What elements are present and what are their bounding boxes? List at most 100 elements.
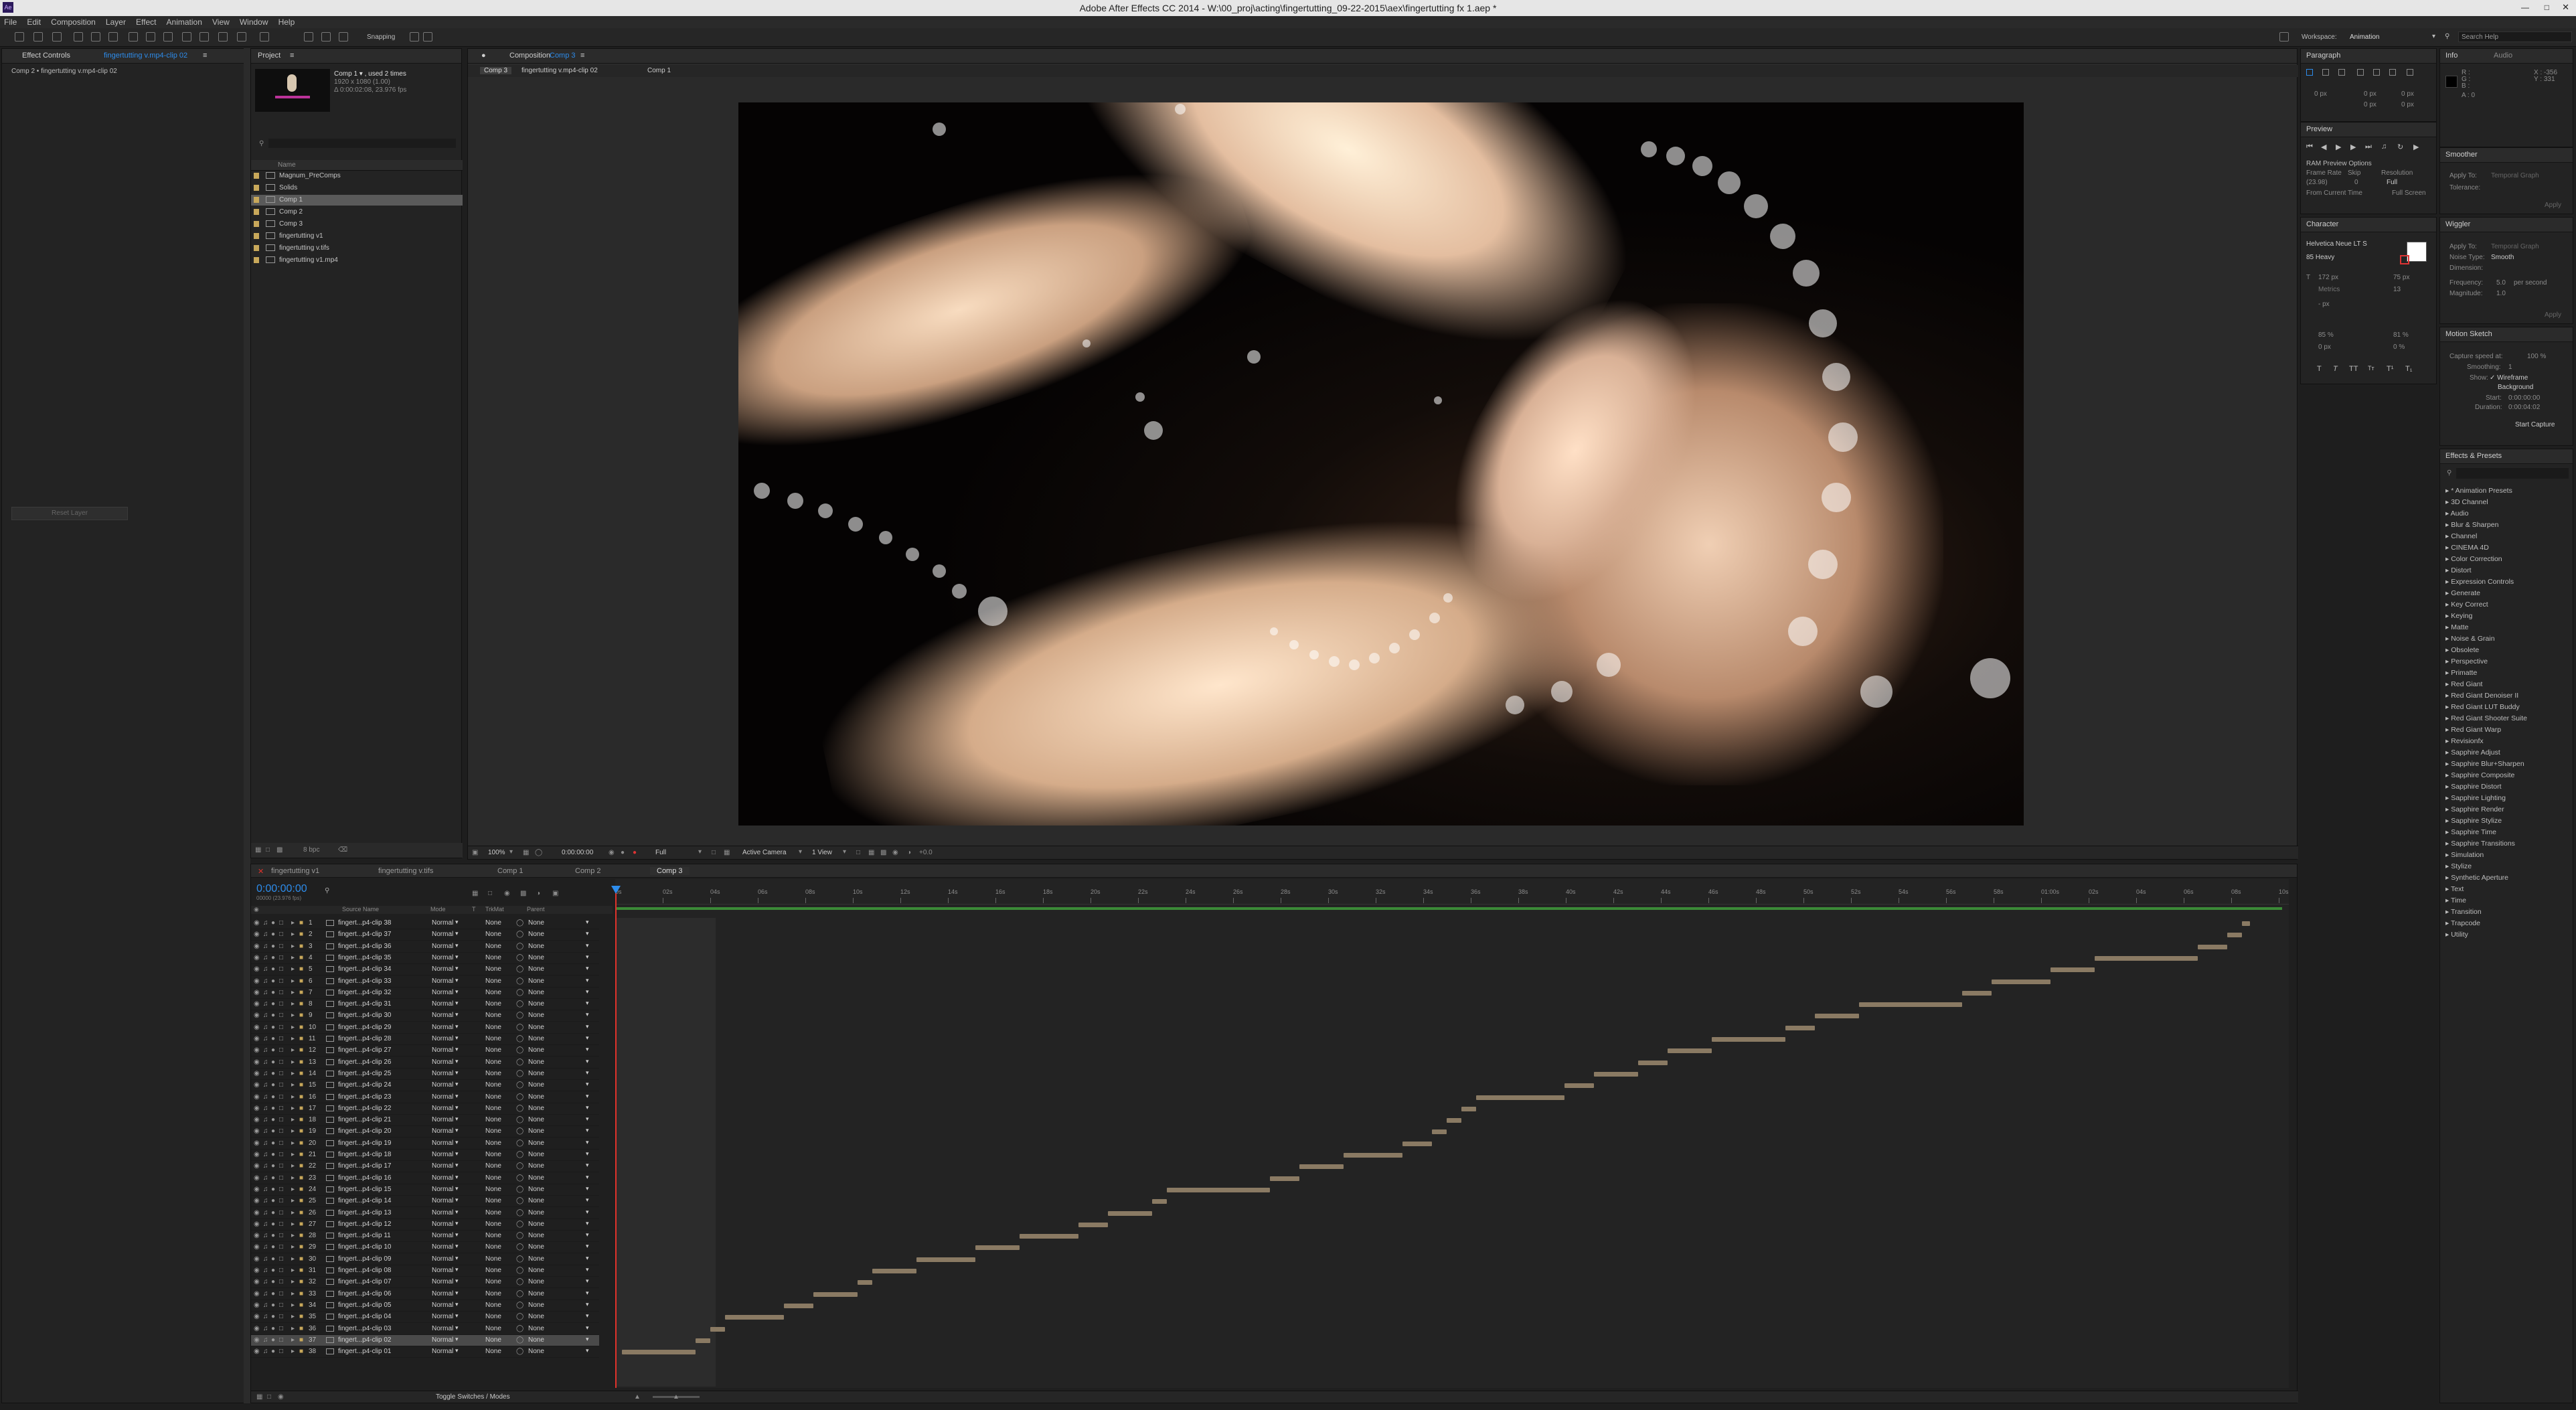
layer-trkmat-select[interactable]: None [485,965,501,973]
lock-icon[interactable]: □ [279,1325,283,1332]
layer-parent-select[interactable]: None [528,919,544,927]
layer-duration-bar[interactable] [710,1326,725,1332]
menu-animation[interactable]: Animation [163,16,206,28]
lock-icon[interactable]: □ [279,1209,283,1217]
puppet-tool-icon[interactable] [260,32,269,42]
selection-tool-icon[interactable] [15,32,24,42]
parent-chevron-icon[interactable]: ▾ [586,1011,589,1018]
label-color-swatch[interactable]: ■ [299,1278,303,1285]
menu-effect[interactable]: Effect [132,16,160,28]
solo-icon[interactable]: ● [271,1070,275,1077]
audio-speaker-icon[interactable]: ♫ [263,1093,268,1101]
expand-arrow-icon[interactable]: ▸ [2445,510,2451,518]
label-color-swatch[interactable]: ■ [299,965,303,973]
skip-input[interactable]: 0 [2354,179,2358,186]
layer-parent-select[interactable]: None [528,1348,544,1355]
align-right-icon[interactable] [2338,69,2345,76]
visibility-eye-icon[interactable]: ◉ [254,1267,260,1274]
solo-icon[interactable]: ● [271,1232,275,1239]
layer-row[interactable]: ◉ ♫ ● □ ▸ ■ 7 fingert...p4-clip 32 Normal ▾ None ◯ N… [251,988,599,999]
grid-icon[interactable]: ▦ [523,849,529,856]
active-camera-select[interactable]: Active Camera [742,849,787,856]
snapping-checkbox[interactable] [410,32,419,42]
toggle-pixel-aspect-icon[interactable]: □ [856,849,860,856]
parent-chevron-icon[interactable]: ▾ [586,1127,589,1134]
layer-duration-bar[interactable] [1020,1234,1078,1239]
wiggler-noise-select[interactable]: Smooth [2491,254,2514,261]
parent-chevron-icon[interactable]: ▾ [586,1243,589,1250]
interpret-footage-icon[interactable]: ▦ [255,846,261,854]
layer-row[interactable]: ◉ ♫ ● □ ▸ ■ 25 fingert...p4-clip 14 Normal ▾ None ◯… [251,1196,599,1208]
layer-row[interactable]: ◉ ♫ ● □ ▸ ■ 36 fingert...p4-clip 03 Normal ▾ None ◯… [251,1324,599,1335]
layer-row[interactable]: ◉ ♫ ● □ ▸ ■ 3 fingert...p4-clip 36 Normal ▾ None ◯ N… [251,941,599,953]
parent-chevron-icon[interactable]: ▾ [586,977,589,984]
layer-duration-bar[interactable] [622,1350,696,1355]
mode-chevron-icon[interactable]: ▾ [455,930,459,937]
effect-category[interactable]: ▸ CINEMA 4D [2445,544,2489,552]
search-help-input[interactable]: Search Help [2458,31,2572,42]
visibility-eye-icon[interactable]: ◉ [254,943,260,950]
type-tool-icon[interactable] [163,32,173,42]
effect-category[interactable]: ▸ Utility [2445,931,2468,939]
motion-sketch-tab[interactable]: Motion Sketch [2445,330,2492,338]
parent-chevron-icon[interactable]: ▾ [586,953,589,961]
layer-source-name[interactable]: fingert...p4-clip 27 [338,1046,392,1054]
layer-row[interactable]: ◉ ♫ ● □ ▸ ■ 15 fingert...p4-clip 24 Normal ▾ None ◯… [251,1080,599,1092]
expand-arrow-icon[interactable]: ▸ [2445,601,2451,609]
layer-source-name[interactable]: fingert...p4-clip 05 [338,1302,392,1309]
layer-source-name[interactable]: fingert...p4-clip 20 [338,1127,392,1135]
solo-icon[interactable]: ● [271,1127,275,1135]
expand-arrow-icon[interactable]: ▸ [2445,783,2451,791]
composition-tab[interactable]: Composition [509,52,550,60]
expand-twirl-icon[interactable]: ▸ [291,1116,295,1123]
layer-duration-bar[interactable] [1962,990,1992,996]
expand-arrow-icon[interactable]: ▸ [2445,817,2451,825]
expand-arrow-icon[interactable]: ▸ [2445,737,2451,745]
label-color-swatch[interactable]: ■ [299,1046,303,1054]
preview-tab[interactable]: Preview [2306,125,2332,133]
layer-trkmat-select[interactable]: None [485,1186,501,1193]
layer-mode-select[interactable]: Normal [432,1046,453,1054]
expand-twirl-icon[interactable]: ▸ [291,989,295,996]
layer-source-name[interactable]: fingert...p4-clip 38 [338,919,392,927]
parent-chevron-icon[interactable]: ▾ [586,965,589,972]
layer-row[interactable]: ◉ ♫ ● □ ▸ ■ 11 fingert...p4-clip 28 Normal ▾ None ◯… [251,1034,599,1045]
align-left-icon[interactable] [2306,69,2313,76]
layer-trkmat-select[interactable]: None [485,1024,501,1031]
lock-icon[interactable]: ● [481,52,486,60]
wiggler-magnitude-value[interactable]: 1.0 [2496,290,2506,297]
parent-chevron-icon[interactable]: ▾ [586,1347,589,1354]
expand-twirl-icon[interactable]: ▸ [291,965,295,973]
label-color-swatch[interactable]: ■ [299,1325,303,1332]
solo-icon[interactable]: ● [271,1012,275,1019]
layer-mode-select[interactable]: Normal [432,1255,453,1263]
lock-icon[interactable]: □ [279,1046,283,1054]
visibility-eye-icon[interactable]: ◉ [254,954,260,961]
timeline-icon[interactable]: ▩ [880,849,886,856]
audio-speaker-icon[interactable]: ♫ [263,1116,268,1123]
audio-speaker-icon[interactable]: ♫ [263,1059,268,1066]
ram-preview-icon[interactable]: ▶ [2413,143,2419,151]
expand-arrow-icon[interactable]: ▸ [2445,578,2451,586]
expand-arrow-icon[interactable]: ▸ [2445,646,2451,654]
layer-parent-select[interactable]: None [528,1024,544,1031]
label-color-swatch[interactable]: ■ [299,1336,303,1344]
layer-parent-select[interactable]: None [528,1325,544,1332]
indent-left[interactable]: 0 px [2314,90,2327,98]
layer-source-name[interactable]: fingert...p4-clip 11 [338,1232,391,1239]
parent-chevron-icon[interactable]: ▾ [586,1266,589,1273]
audio-speaker-icon[interactable]: ♫ [263,931,268,938]
expand-arrow-icon[interactable]: ▸ [2445,851,2451,859]
expand-arrow-icon[interactable]: ▸ [2445,726,2451,734]
layer-mode-select[interactable]: Normal [432,1162,453,1170]
layer-row[interactable]: ◉ ♫ ● □ ▸ ■ 17 fingert...p4-clip 22 Normal ▾ None ◯… [251,1103,599,1115]
expand-arrow-icon[interactable]: ▸ [2445,703,2451,711]
layer-trkmat-select[interactable]: None [485,931,501,938]
visibility-eye-icon[interactable]: ◉ [254,1174,260,1182]
visibility-eye-icon[interactable]: ◉ [254,1290,260,1298]
layer-duration-bar[interactable] [2227,933,2242,938]
expand-arrow-icon[interactable]: ▸ [2445,657,2451,665]
zoom-in-icon[interactable]: ▲ [673,1393,679,1401]
audio-speaker-icon[interactable]: ♫ [263,989,268,996]
parent-chevron-icon[interactable]: ▾ [586,1104,589,1111]
